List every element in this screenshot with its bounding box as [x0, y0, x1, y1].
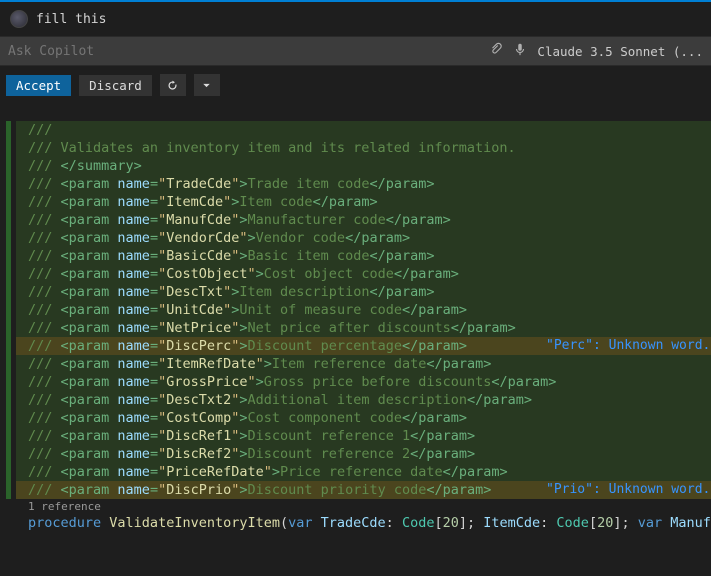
code-line[interactable]: /// Validates an inventory item and its …	[16, 139, 711, 157]
editor-gutter	[0, 105, 16, 576]
code-line[interactable]: /// <param name="CostObject">Cost object…	[16, 265, 711, 283]
discard-button[interactable]: Discard	[79, 75, 152, 96]
code-line[interactable]: /// <param name="PriceRefDate">Price ref…	[16, 463, 711, 481]
ask-copilot-bar: Claude 3.5 Sonnet (...	[0, 36, 711, 66]
code-line[interactable]: /// <param name="BasicCde">Basic item co…	[16, 247, 711, 265]
code-line[interactable]: /// <param name="DescTxt">Item descripti…	[16, 283, 711, 301]
code-line[interactable]: /// <param name="GrossPrice">Gross price…	[16, 373, 711, 391]
code-line[interactable]: /// <param name="DiscPrio">Discount prio…	[16, 481, 711, 499]
code-line[interactable]: /// <param name="ItemRefDate">Item refer…	[16, 355, 711, 373]
model-selector[interactable]: Claude 3.5 Sonnet (...	[537, 44, 703, 59]
ask-copilot-input[interactable]	[8, 44, 479, 59]
code-line[interactable]: /// <param name="ItemCde">Item code</par…	[16, 193, 711, 211]
retry-button[interactable]	[160, 74, 186, 96]
code-line[interactable]: ///	[16, 121, 711, 139]
user-message-row: fill this	[0, 2, 711, 36]
mic-icon[interactable]	[513, 41, 527, 61]
diff-marker	[6, 121, 11, 499]
more-button[interactable]	[194, 74, 220, 96]
action-row: Accept Discard	[0, 66, 711, 104]
references-codelens[interactable]: 1 reference	[16, 499, 711, 514]
code-line[interactable]: /// <param name="NetPrice">Net price aft…	[16, 319, 711, 337]
code-line[interactable]: /// <param name="DiscRef2">Discount refe…	[16, 445, 711, 463]
procedure-signature[interactable]: procedure ValidateInventoryItem(var Trad…	[16, 514, 711, 532]
user-message-text: fill this	[36, 12, 106, 27]
code-line[interactable]: /// <param name="DiscPerc">Discount perc…	[16, 337, 711, 355]
code-line[interactable]: /// <param name="ManufCde">Manufacturer …	[16, 211, 711, 229]
code-line[interactable]: /// <param name="TradeCde">Trade item co…	[16, 175, 711, 193]
accept-button[interactable]: Accept	[6, 75, 71, 96]
avatar	[10, 10, 28, 28]
warning-annotation: "Perc": Unknown word.	[546, 337, 710, 355]
code-line[interactable]: /// </summary>	[16, 157, 711, 175]
code-line[interactable]: /// <param name="DescTxt2">Additional it…	[16, 391, 711, 409]
code-line[interactable]: /// <param name="CostComp">Cost componen…	[16, 409, 711, 427]
code-line[interactable]: /// <param name="UnitCde">Unit of measur…	[16, 301, 711, 319]
code-line[interactable]: /// <param name="VendorCde">Vendor code<…	[16, 229, 711, 247]
code-line[interactable]: /// <param name="DiscRef1">Discount refe…	[16, 427, 711, 445]
code-editor[interactable]: /// /// Validates an inventory item and …	[0, 105, 711, 576]
warning-annotation: "Prio": Unknown word.	[546, 481, 710, 499]
attach-icon[interactable]	[489, 41, 503, 61]
